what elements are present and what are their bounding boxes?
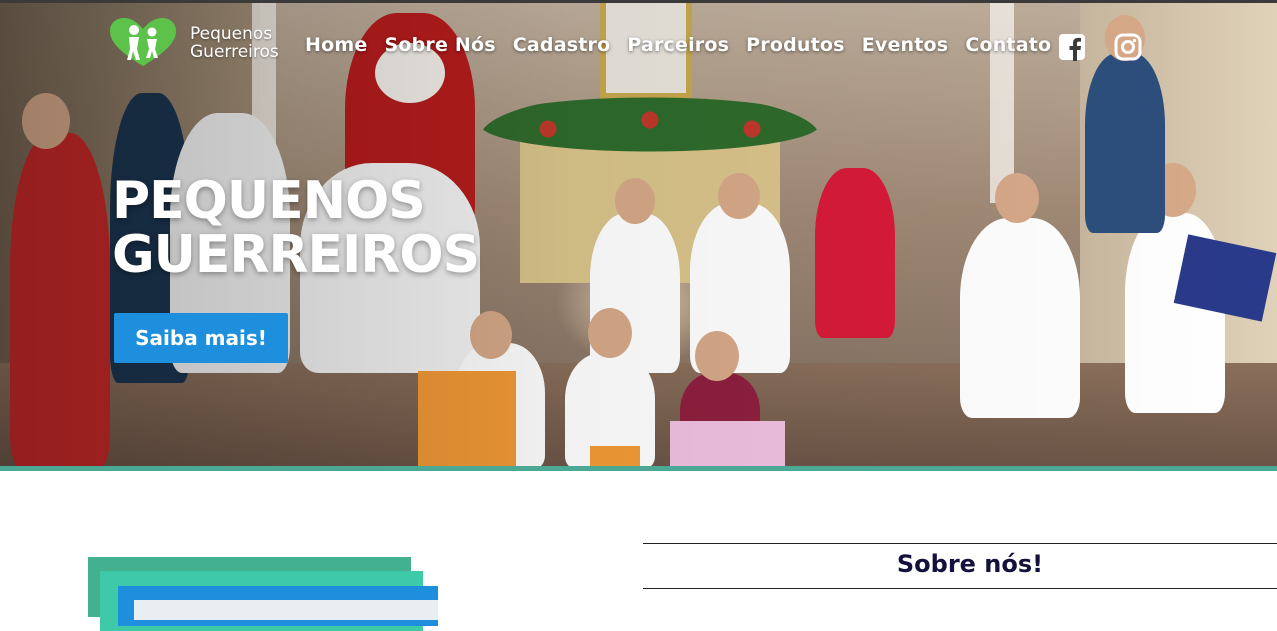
nav-parceiros[interactable]: Parceiros <box>627 34 729 56</box>
about-title: Sobre nós! <box>896 550 1044 578</box>
logo-mark-icon <box>110 18 176 68</box>
hero-title-line1: PEQUENOS <box>112 171 426 231</box>
brand-name-line1: Pequenos <box>190 24 273 44</box>
nav-cadastro[interactable]: Cadastro <box>513 34 611 56</box>
nav-contato[interactable]: Contato <box>965 34 1051 56</box>
brand-name-line2: Guerreiros <box>190 42 279 62</box>
nav-produtos[interactable]: Produtos <box>746 34 845 56</box>
about-image <box>134 600 438 620</box>
facebook-icon[interactable] <box>1058 33 1086 61</box>
nav-eventos[interactable]: Eventos <box>862 34 949 56</box>
hero-divider <box>0 466 1277 471</box>
hero-title-line2: GUERREIROS <box>112 225 480 285</box>
hero-title: PEQUENOS GUERREIROS <box>112 171 480 285</box>
about-divider-top <box>643 543 1277 544</box>
nav-sobre-nos[interactable]: Sobre Nós <box>384 34 495 56</box>
instagram-icon[interactable] <box>1114 33 1142 61</box>
nav-home[interactable]: Home <box>305 34 367 56</box>
brand-name: Pequenos Guerreiros <box>190 25 279 61</box>
main-navigation: Home Sobre Nós Cadastro Parceiros Produt… <box>305 34 1051 56</box>
about-divider-bottom <box>643 588 1277 589</box>
saiba-mais-button[interactable]: Saiba mais! <box>114 313 288 363</box>
brand-logo[interactable]: Pequenos Guerreiros <box>110 18 279 68</box>
